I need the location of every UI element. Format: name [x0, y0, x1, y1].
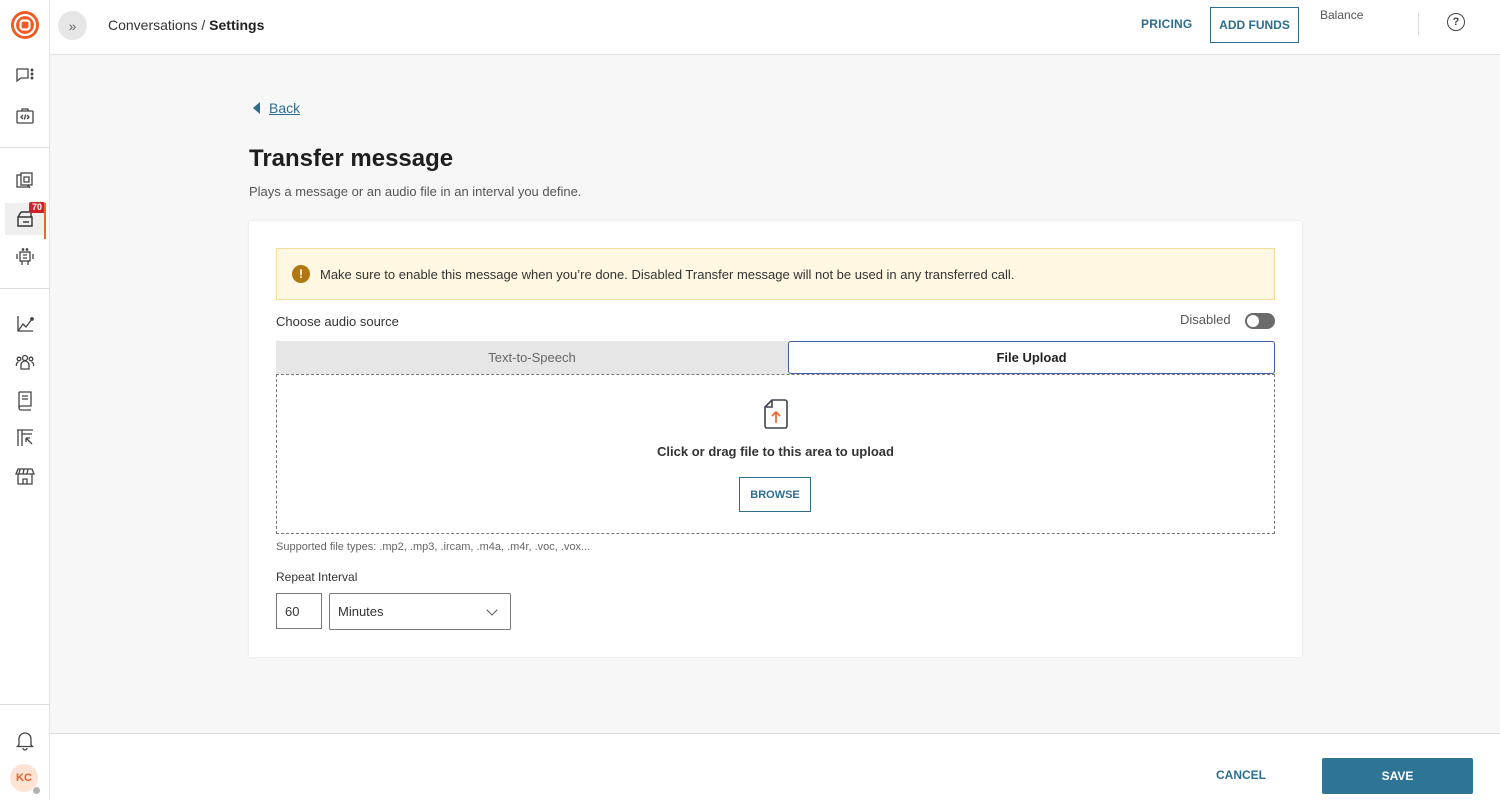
- breadcrumb: Conversations / Settings: [108, 17, 264, 33]
- pricing-link[interactable]: PRICING: [1141, 17, 1192, 31]
- audio-source-label: Choose audio source: [276, 314, 399, 329]
- warning-alert: ! Make sure to enable this message when …: [276, 248, 1275, 300]
- book-icon[interactable]: [9, 384, 41, 416]
- chat-bubble-icon[interactable]: [9, 60, 41, 92]
- help-icon[interactable]: ?: [1447, 13, 1465, 31]
- sidebar: 70 KC: [0, 0, 50, 800]
- chevron-down-icon: [486, 604, 498, 616]
- back-link[interactable]: Back: [253, 100, 300, 116]
- sidebar-divider: [0, 704, 50, 705]
- double-chevron-right-icon: »: [68, 17, 77, 34]
- page-title: Transfer message: [249, 145, 454, 172]
- repeat-interval-input[interactable]: [276, 593, 322, 629]
- repeat-interval-label: Repeat Interval: [276, 570, 358, 584]
- store-icon[interactable]: [9, 460, 41, 492]
- warning-icon: !: [292, 265, 310, 283]
- enable-toggle[interactable]: [1245, 313, 1275, 329]
- conversations-icon[interactable]: [9, 165, 41, 197]
- interval-unit-select[interactable]: Minutes: [329, 593, 511, 630]
- save-button[interactable]: SAVE: [1322, 758, 1473, 794]
- add-funds-button[interactable]: ADD FUNDS: [1210, 7, 1299, 43]
- settings-card: ! Make sure to enable this message when …: [249, 221, 1302, 657]
- app-logo-icon[interactable]: [10, 10, 40, 40]
- selected-unit: Minutes: [338, 604, 384, 619]
- sidebar-divider: [0, 288, 50, 289]
- supported-file-types: Supported file types: .mp2, .mp3, .ircam…: [276, 541, 591, 553]
- audio-source-tabs: Text-to-Speech File Upload: [276, 341, 1275, 374]
- bell-icon[interactable]: [9, 724, 41, 756]
- file-upload-icon: [764, 399, 788, 429]
- toggle-knob: [1247, 315, 1259, 327]
- browse-button[interactable]: BROWSE: [739, 477, 811, 512]
- header-divider: [1418, 13, 1419, 35]
- active-indicator: [44, 203, 46, 239]
- analytics-chart-icon[interactable]: [9, 308, 41, 340]
- user-avatar[interactable]: KC: [10, 764, 41, 795]
- caret-left-icon: [253, 102, 260, 114]
- file-dropzone[interactable]: Click or drag file to this area to uploa…: [276, 374, 1275, 534]
- tab-text-to-speech[interactable]: Text-to-Speech: [276, 341, 788, 374]
- bot-icon[interactable]: [9, 241, 41, 273]
- balance-label: Balance: [1320, 8, 1364, 22]
- breadcrumb-separator: /: [197, 17, 210, 33]
- breadcrumb-parent[interactable]: Conversations: [108, 17, 198, 33]
- tab-file-upload[interactable]: File Upload: [788, 341, 1275, 374]
- expand-sidebar-button[interactable]: »: [58, 11, 87, 40]
- people-icon[interactable]: [9, 346, 41, 378]
- back-label: Back: [269, 100, 301, 116]
- avatar-initials: KC: [16, 772, 32, 784]
- sidebar-item-inbox[interactable]: 70: [5, 202, 46, 239]
- cancel-button[interactable]: CANCEL: [1216, 768, 1266, 782]
- page-subtitle: Plays a message or an audio file in an i…: [249, 184, 582, 199]
- enable-toggle-label: Disabled: [1180, 312, 1231, 327]
- footer-bar: CANCEL SAVE: [50, 733, 1500, 800]
- breadcrumb-current: Settings: [209, 17, 265, 33]
- notification-badge: 70: [28, 202, 45, 213]
- code-briefcase-icon[interactable]: [9, 100, 41, 132]
- presence-status-icon: [32, 786, 41, 795]
- top-header: » Conversations / Settings PRICING ADD F…: [50, 0, 1500, 55]
- sidebar-divider: [0, 147, 50, 148]
- dropzone-text: Click or drag file to this area to uploa…: [657, 444, 894, 459]
- board-pointer-icon[interactable]: [9, 422, 41, 454]
- alert-text: Make sure to enable this message when yo…: [320, 266, 1015, 282]
